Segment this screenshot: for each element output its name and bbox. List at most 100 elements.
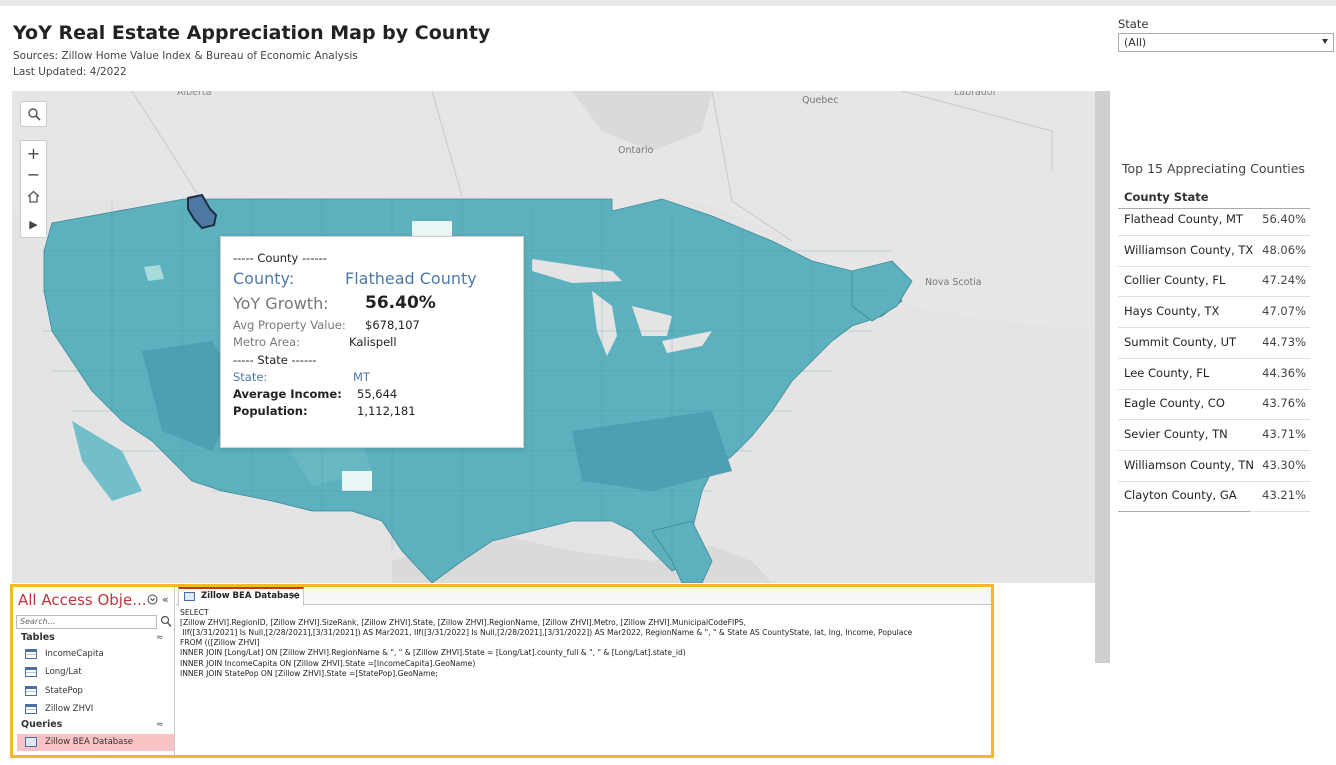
tooltip-county-value: Flathead County: [345, 269, 477, 288]
top15-percent: 43.71%: [1262, 426, 1306, 441]
label-alberta: Alberta: [177, 91, 211, 98]
tooltip-population-label: Population:: [233, 404, 308, 418]
tooltip-growth-label: YoY Growth:: [233, 294, 329, 313]
sql-editor[interactable]: Zillow BEA Database ✕ SELECT [Zillow ZHVI…: [176, 587, 991, 755]
table-icon: [25, 703, 37, 714]
table-item-label: StatePop: [45, 685, 83, 696]
dashboard: YoY Real Estate Appreciation Map by Coun…: [0, 0, 1336, 765]
county-tooltip: ----- County ------ County: Flathead Cou…: [220, 236, 524, 448]
table-item-label: Zillow ZHVI: [45, 703, 94, 714]
sql-line: INNER JOIN StatePop ON [Zillow ZHVI].Sta…: [180, 668, 438, 678]
tooltip-avg-value-value: $678,107: [365, 318, 420, 332]
access-window: All Access Obje... « Search... Tables ≈ …: [10, 584, 994, 758]
tooltip-avg-value-label: Avg Property Value:: [233, 318, 346, 332]
document-tab-strip: Zillow BEA Database ✕: [176, 587, 991, 606]
table-icon: [25, 649, 37, 659]
top15-row[interactable]: Williamson County, TX 48.06%: [1118, 237, 1310, 267]
sql-line: IIf([3/31/2021] Is Null,[2/28/2021],[3/3…: [180, 628, 913, 638]
zoom-in-button[interactable]: +: [21, 142, 46, 164]
tooltip-population-value: 1,112,181: [357, 404, 416, 418]
map-search-button[interactable]: [20, 101, 47, 127]
top15-row[interactable]: Clayton County, GA 43.21%: [1118, 482, 1310, 513]
map-zoom-controls: + − ▶: [20, 140, 47, 238]
table-item[interactable]: Long/Lat: [23, 664, 173, 681]
top15-county: Sevier County, TN: [1124, 426, 1228, 441]
label-nova-scotia: Nova Scotia: [925, 277, 982, 288]
top15-row[interactable]: Lee County, FL 44.36%: [1118, 360, 1310, 390]
search-icon[interactable]: [160, 615, 172, 628]
state-filter-dropdown[interactable]: (All): [1118, 33, 1334, 52]
top15-county: Clayton County, GA: [1124, 488, 1237, 503]
top15-percent: 48.06%: [1262, 242, 1306, 257]
top15-percent: 47.24%: [1262, 273, 1306, 288]
label-quebec: Quebec: [802, 95, 838, 106]
top15-divider: [1118, 511, 1250, 512]
chevron-down-icon: [1322, 39, 1328, 44]
map-scrollbar[interactable]: [1095, 91, 1110, 663]
chevron-up-icon[interactable]: ≈: [156, 633, 164, 643]
nav-menu-button[interactable]: [147, 594, 158, 608]
nav-pane-title[interactable]: All Access Obje...: [18, 591, 147, 609]
tooltip-income-label: Average Income:: [233, 387, 342, 401]
table-item-label: Long/Lat: [45, 667, 82, 678]
top15-row[interactable]: Collier County, FL 47.24%: [1118, 267, 1310, 298]
tooltip-state-section: ----- State ------: [233, 353, 317, 367]
table-item[interactable]: Zillow ZHVI: [23, 701, 173, 718]
top15-percent: 44.73%: [1262, 334, 1306, 349]
tooltip-metro-value: Kalispell: [349, 335, 397, 349]
top15-row[interactable]: Eagle County, CO 43.76%: [1118, 390, 1310, 421]
collapse-pane-button[interactable]: «: [162, 593, 169, 606]
tables-section-header[interactable]: Tables: [21, 632, 55, 643]
top15-county: Summit County, UT: [1124, 334, 1237, 349]
blank-counties: [342, 471, 372, 491]
query-item-zillow-bea[interactable]: Zillow BEA Database: [17, 734, 174, 751]
top15-county: Flathead County, MT: [1124, 212, 1243, 226]
home-icon: [27, 190, 40, 203]
sql-line: FROM (([Zillow ZHVI]: [180, 638, 260, 648]
play-button[interactable]: ▶: [21, 213, 46, 235]
sql-line: [Zillow ZHVI].RegionID, [Zillow ZHVI].Si…: [180, 618, 747, 628]
top15-row[interactable]: Hays County, TX 47.07%: [1118, 298, 1310, 329]
queries-section-header[interactable]: Queries: [21, 719, 62, 730]
state-filter-value: (All): [1124, 36, 1147, 49]
label-ontario: Ontario: [618, 145, 654, 156]
top15-percent: 43.30%: [1262, 457, 1306, 472]
sources-text: Sources: Zillow Home Value Index & Burea…: [13, 50, 358, 62]
top15-county: Collier County, FL: [1124, 273, 1226, 288]
page-title: YoY Real Estate Appreciation Map by Coun…: [13, 22, 491, 44]
sql-line: INNER JOIN [Long/Lat] ON [Zillow ZHVI].R…: [180, 648, 686, 658]
tab-zillow-bea-database[interactable]: Zillow BEA Database ✕: [178, 587, 304, 606]
table-item[interactable]: IncomeCapita: [23, 646, 173, 663]
top15-header-label: County State: [1124, 190, 1209, 204]
close-icon[interactable]: ✕: [289, 589, 299, 603]
top15-percent: 44.36%: [1262, 365, 1306, 380]
top15-percent: 56.40%: [1262, 212, 1306, 226]
sql-line: INNER JOIN IncomeCapita ON [Zillow ZHVI]…: [180, 658, 476, 668]
navigation-pane: All Access Obje... « Search... Tables ≈ …: [13, 587, 175, 755]
tooltip-metro-label: Metro Area:: [233, 335, 301, 349]
top15-percent: 43.21%: [1262, 488, 1306, 503]
table-icon: [25, 667, 37, 678]
county-map[interactable]: Quebec Ontario Nova Scotia Alberta Labra…: [12, 91, 1110, 583]
table-item[interactable]: StatePop: [23, 683, 173, 700]
top15-row[interactable]: Flathead County, MT 56.40%: [1118, 206, 1310, 236]
map-canvas: Quebec Ontario Nova Scotia Alberta Labra…: [12, 91, 1110, 583]
top15-row[interactable]: Sevier County, TN 43.71%: [1118, 421, 1310, 451]
chevron-up-icon[interactable]: ≈: [156, 720, 164, 730]
home-button[interactable]: [21, 185, 46, 207]
chevron-down-circle-icon: [147, 594, 158, 605]
tooltip-state-label: State:: [233, 370, 268, 384]
zoom-out-button[interactable]: −: [21, 163, 46, 185]
top15-county: Eagle County, CO: [1124, 396, 1225, 411]
search-icon: [27, 108, 41, 121]
top15-percent: 47.07%: [1262, 304, 1306, 319]
tooltip-county-section: ----- County ------: [233, 251, 327, 265]
nav-search-input[interactable]: Search...: [16, 615, 157, 629]
tooltip-growth-value: 56.40%: [365, 293, 436, 313]
california-region: [72, 421, 142, 501]
label-labrador: Labrador: [954, 91, 997, 98]
top15-row[interactable]: Williamson County, TN 43.30%: [1118, 452, 1310, 482]
table-icon: [25, 685, 37, 696]
top15-row[interactable]: Summit County, UT 44.73%: [1118, 329, 1310, 359]
top15-title: Top 15 Appreciating Counties: [1122, 161, 1305, 176]
